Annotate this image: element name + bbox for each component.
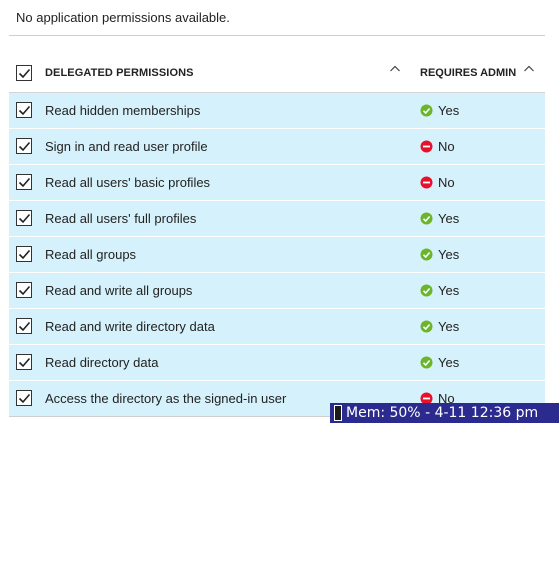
permission-label: Read all users' basic profiles <box>45 175 211 190</box>
checkmark-icon <box>18 357 31 368</box>
overlay-bar <box>334 405 342 421</box>
table-row[interactable]: Read and write all groups Yes <box>9 273 545 309</box>
permission-checkbox[interactable] <box>16 138 32 154</box>
sort-chevron-up-icon[interactable] <box>523 64 535 74</box>
checkmark-icon <box>18 141 31 152</box>
permission-label: Read all users' full profiles <box>45 211 197 226</box>
requires-admin-value: Yes <box>438 283 460 298</box>
permission-checkbox[interactable] <box>16 174 32 190</box>
table-row[interactable]: Read hidden memberships Yes <box>9 93 545 129</box>
table-header: DELEGATED PERMISSIONS REQUIRES ADMIN <box>9 56 545 93</box>
checkmark-icon <box>18 105 31 116</box>
permission-label: Sign in and read user profile <box>45 139 208 154</box>
checkmark-icon <box>18 68 31 79</box>
requires-admin-header[interactable]: REQUIRES ADMIN <box>420 67 516 79</box>
no-application-permissions-text: No application permissions available. <box>16 10 230 25</box>
table-row[interactable]: Read all users' basic profiles No <box>9 165 545 201</box>
requires-admin-value: Yes <box>438 355 460 370</box>
permission-label: Read and write directory data <box>45 319 215 334</box>
checkmark-icon <box>18 249 31 260</box>
check-circle-icon <box>420 212 433 225</box>
check-circle-icon <box>420 320 433 333</box>
permission-checkbox[interactable] <box>16 390 32 406</box>
checkmark-icon <box>18 393 31 404</box>
permission-label: Read and write all groups <box>45 283 193 298</box>
check-circle-icon <box>420 356 433 369</box>
select-all-checkbox[interactable] <box>16 65 32 81</box>
checkmark-icon <box>18 321 31 332</box>
blocked-icon <box>420 176 433 189</box>
permission-label: Access the directory as the signed-in us… <box>45 391 287 406</box>
overlay-text: Mem: 50% - 4-11 12:36 pm <box>346 405 539 421</box>
blocked-icon <box>420 140 433 153</box>
table-row[interactable]: Read and write directory data Yes <box>9 309 545 345</box>
checkmark-icon <box>18 177 31 188</box>
table-row[interactable]: Sign in and read user profile No <box>9 129 545 165</box>
permission-checkbox[interactable] <box>16 102 32 118</box>
table-row[interactable]: Read all groups Yes <box>9 237 545 273</box>
delegated-permissions-table: DELEGATED PERMISSIONS REQUIRES ADMIN Rea… <box>9 56 545 417</box>
permission-label: Read all groups <box>45 247 137 262</box>
check-circle-icon <box>420 248 433 261</box>
requires-admin-value: No <box>438 175 455 190</box>
requires-admin-value: No <box>438 139 455 154</box>
permission-checkbox[interactable] <box>16 246 32 262</box>
requires-admin-value: Yes <box>438 103 460 118</box>
permission-checkbox[interactable] <box>16 354 32 370</box>
permission-checkbox[interactable] <box>16 282 32 298</box>
table-row[interactable]: Read directory data Yes <box>9 345 545 381</box>
requires-admin-value: Yes <box>438 319 460 334</box>
permission-checkbox[interactable] <box>16 210 32 226</box>
delegated-permissions-header[interactable]: DELEGATED PERMISSIONS <box>45 67 194 79</box>
permission-checkbox[interactable] <box>16 318 32 334</box>
requires-admin-value: Yes <box>438 211 460 226</box>
divider <box>9 35 545 36</box>
permission-rows: Read hidden memberships Yes Sign in and … <box>9 93 545 417</box>
requires-admin-value: Yes <box>438 247 460 262</box>
check-circle-icon <box>420 284 433 297</box>
check-circle-icon <box>420 104 433 117</box>
checkmark-icon <box>18 213 31 224</box>
permission-label: Read directory data <box>45 355 159 370</box>
permissions-panel: No application permissions available. DE… <box>0 0 559 570</box>
sort-chevron-up-icon[interactable] <box>389 64 401 74</box>
memory-status-overlay: Mem: 50% - 4-11 12:36 pm <box>330 403 559 423</box>
table-row[interactable]: Read all users' full profiles Yes <box>9 201 545 237</box>
checkmark-icon <box>18 285 31 296</box>
permission-label: Read hidden memberships <box>45 103 201 118</box>
